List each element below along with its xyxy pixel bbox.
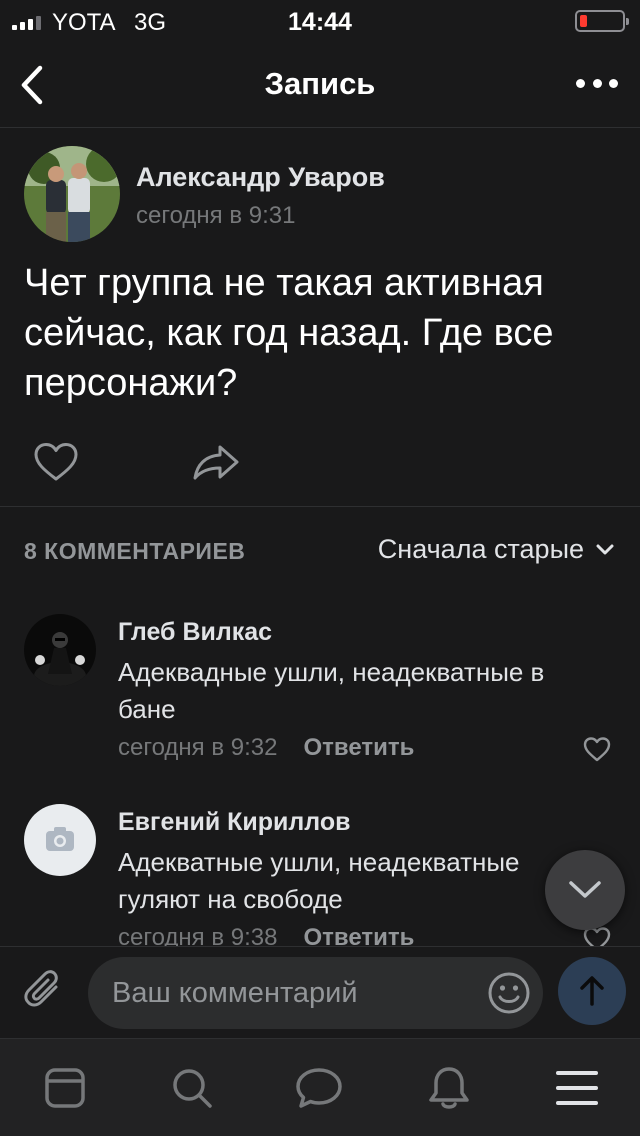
comment-author-avatar[interactable] [24, 614, 96, 686]
nav-bar: Запись [0, 40, 640, 128]
arrow-up-icon [580, 976, 604, 1006]
post-like-button[interactable] [32, 442, 80, 482]
comment-timestamp: сегодня в 9:38 [118, 924, 278, 946]
heart-icon [34, 443, 78, 481]
page-title: Запись [264, 66, 376, 101]
attach-button[interactable] [20, 967, 68, 1015]
emoji-button[interactable] [487, 971, 531, 1015]
heart-icon [583, 737, 611, 762]
status-time: 14:44 [288, 8, 352, 36]
post-author-avatar[interactable] [24, 146, 120, 242]
more-button[interactable] [572, 66, 622, 100]
paperclip-icon [24, 970, 58, 1007]
more-horizontal-icon [576, 78, 585, 88]
post-share-button[interactable] [190, 442, 242, 482]
comment-meta: сегодня в 9:32 Ответить [118, 734, 414, 762]
comment-timestamp: сегодня в 9:32 [118, 734, 278, 761]
comment-author-name[interactable]: Евгений Кириллов [118, 808, 350, 837]
divider [0, 506, 640, 507]
comment-input[interactable] [112, 957, 472, 1029]
menu-icon [556, 1071, 598, 1105]
tab-notifications[interactable] [424, 1063, 474, 1113]
smile-icon [488, 972, 530, 1014]
comment-author-name[interactable]: Глеб Вилкас [118, 618, 272, 647]
tab-search[interactable] [167, 1063, 217, 1113]
comment-text: Адеквадные ушли, неадекватные в бане [118, 657, 545, 724]
comment-meta: сегодня в 9:38 Ответить [118, 924, 414, 946]
send-button[interactable] [558, 957, 626, 1025]
comment-text: Адекватные ушли, неадекватные гуляют на … [118, 847, 520, 914]
scroll-down-button[interactable] [545, 850, 625, 930]
comment-author-avatar[interactable] [24, 804, 96, 876]
chevron-down-icon [569, 881, 601, 898]
comments-sort-select[interactable]: Сначала старые [378, 534, 614, 565]
tab-bar [0, 1038, 640, 1136]
messages-icon [296, 1068, 342, 1108]
comment-reply-button[interactable]: Ответить [303, 924, 414, 946]
comment-input-wrapper [88, 957, 543, 1029]
tab-messages[interactable] [294, 1063, 344, 1113]
comment-composer [0, 946, 640, 1038]
notifications-icon [429, 1067, 469, 1109]
post-timestamp: сегодня в 9:31 [136, 202, 296, 229]
comment-reply-button[interactable]: Ответить [303, 734, 414, 762]
comment-like-button[interactable] [582, 736, 612, 762]
post-author-name[interactable]: Александр Уваров [136, 162, 385, 193]
news-icon [45, 1068, 85, 1108]
comments-count: 8 КОММЕНТАРИЕВ [24, 538, 246, 564]
battery-icon [575, 10, 629, 32]
status-bar: YOTA 3G 14:44 [0, 0, 640, 40]
tab-menu[interactable] [552, 1063, 602, 1113]
sort-label: Сначала старые [377, 534, 584, 564]
chevron-down-icon [596, 544, 614, 554]
post-text: Чет группа не такая активная сейчас, как… [24, 262, 554, 404]
comment-item: Глеб Вилкас Адеквадные ушли, неадекватны… [0, 614, 640, 774]
tab-news[interactable] [40, 1063, 90, 1113]
share-icon [193, 445, 239, 480]
camera-icon [46, 827, 74, 851]
comment-item: Евгений Кириллов Адекватные ушли, неадек… [0, 804, 640, 946]
search-icon [173, 1069, 212, 1108]
post: Александр Уваров сегодня в 9:31 Чет груп… [0, 128, 640, 506]
